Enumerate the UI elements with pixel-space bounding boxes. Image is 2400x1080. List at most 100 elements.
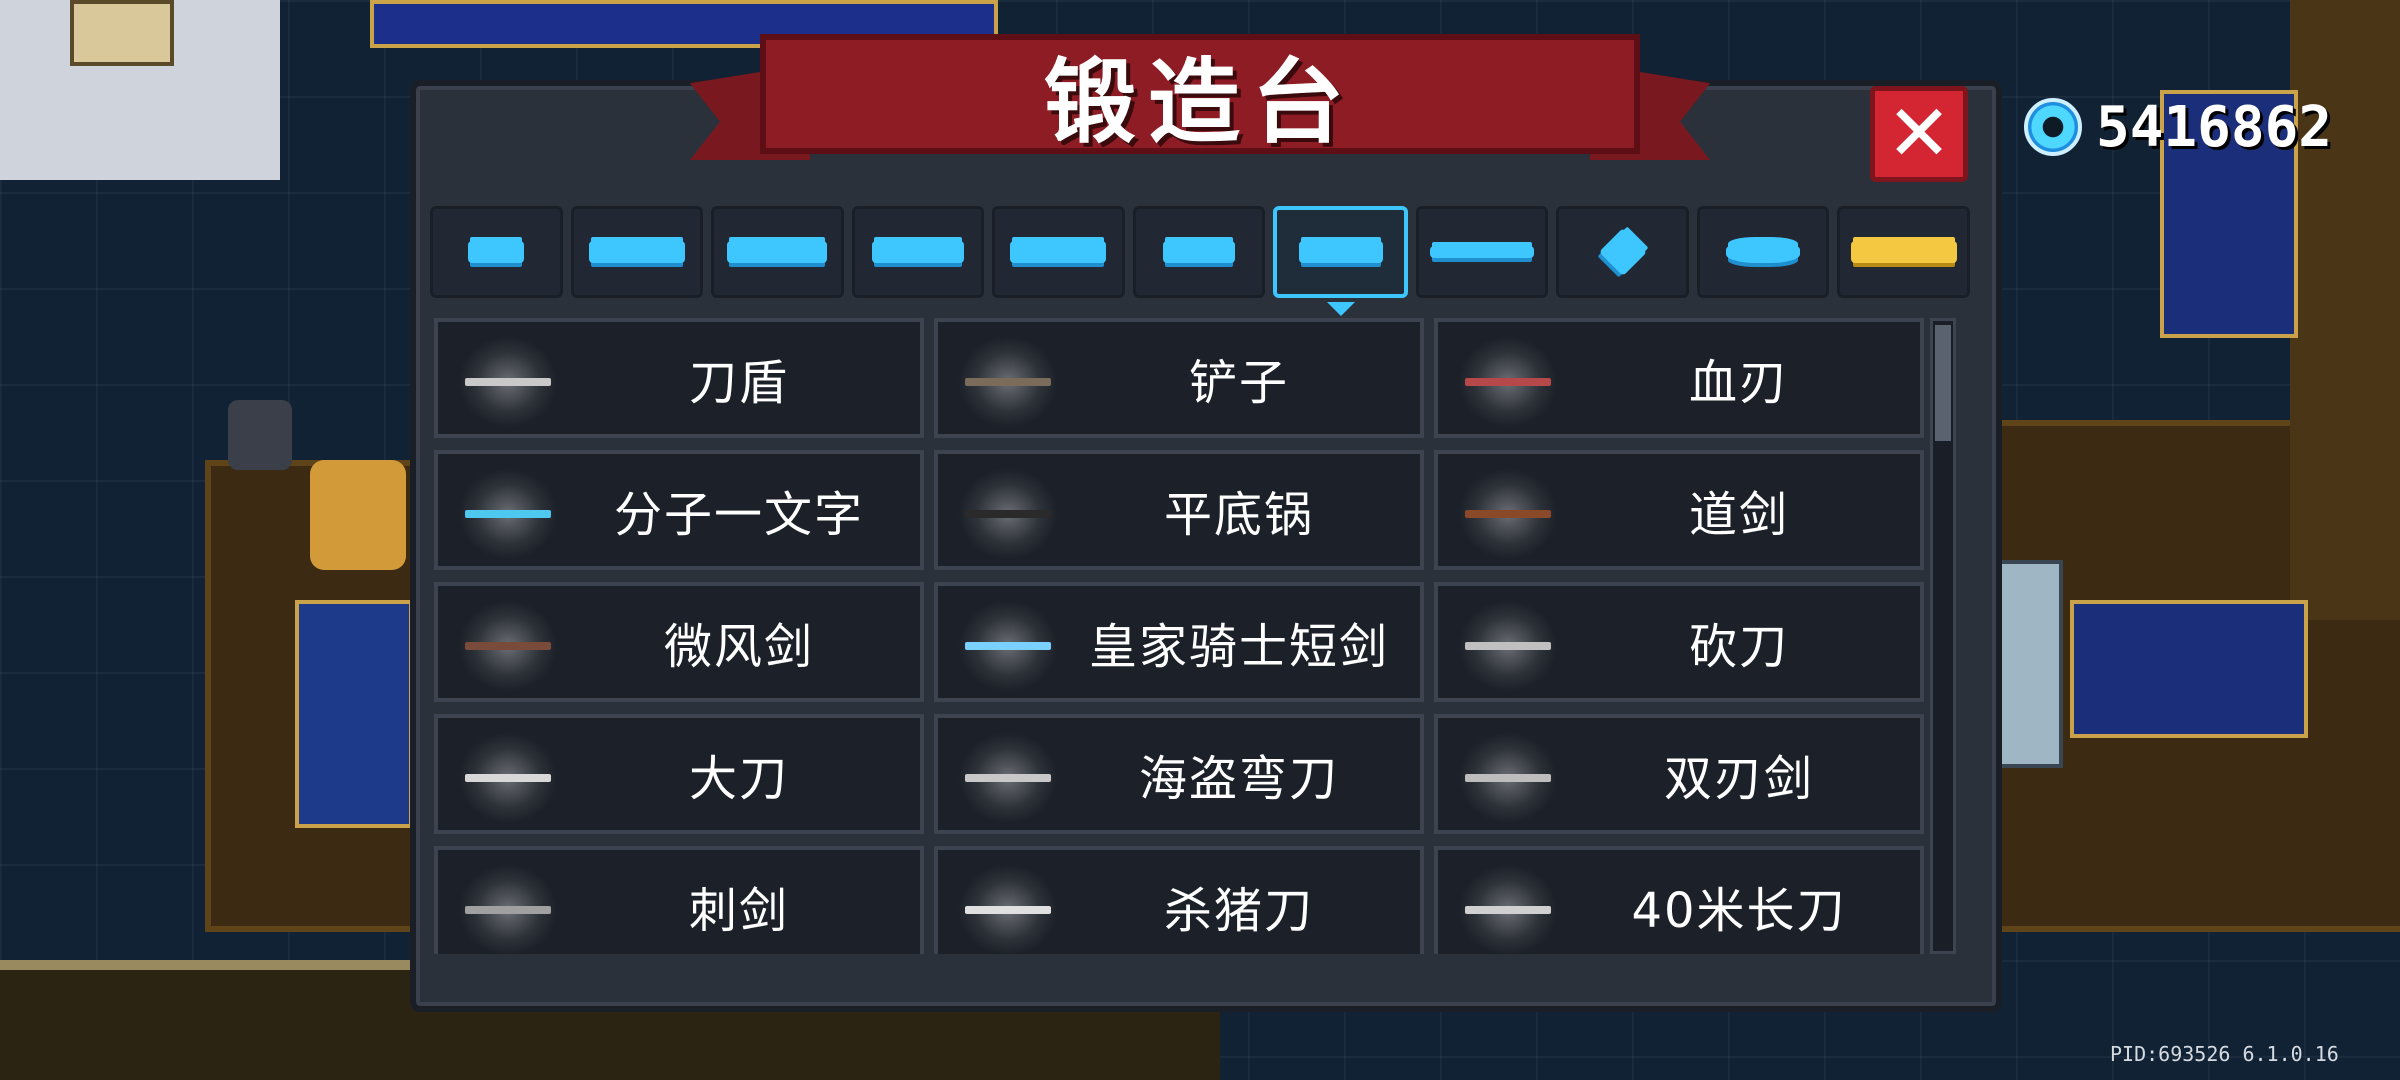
weapon-icon bbox=[458, 336, 558, 428]
weapon-icon bbox=[958, 468, 1058, 560]
gem-icon bbox=[2024, 98, 2082, 156]
shuriken-icon bbox=[1598, 227, 1647, 277]
weapon-sprite bbox=[1465, 774, 1551, 782]
weapon-sprite bbox=[965, 906, 1051, 914]
weapon-name: 平底锅 bbox=[1163, 487, 1314, 543]
weapon-name: 砍刀 bbox=[1688, 619, 1789, 675]
weapon-icon bbox=[1458, 600, 1558, 692]
weapon-card[interactable]: 砍刀 bbox=[1434, 582, 1924, 702]
tab-bow[interactable] bbox=[1132, 206, 1266, 298]
weapon-name: 皇家骑士短剑 bbox=[1088, 619, 1389, 675]
weapon-name: 大刀 bbox=[688, 751, 789, 807]
weapon-sprite bbox=[465, 510, 551, 518]
weapon-sprite bbox=[965, 774, 1051, 782]
weapon-icon bbox=[958, 336, 1058, 428]
tab-pistol[interactable] bbox=[430, 206, 563, 298]
weapon-card[interactable]: 大刀 bbox=[434, 714, 924, 834]
fish-icon bbox=[1726, 241, 1801, 263]
forge-shelf bbox=[2070, 600, 2308, 738]
gem-count: 5416862 bbox=[2096, 94, 2333, 160]
weapon-card[interactable]: 刺剑 bbox=[434, 846, 924, 954]
weapon-card[interactable]: 皇家骑士短剑 bbox=[934, 582, 1424, 702]
shotgun-icon bbox=[727, 241, 828, 263]
spear-icon bbox=[1430, 246, 1535, 258]
weapon-card[interactable]: 铲子 bbox=[934, 318, 1424, 438]
tab-crown[interactable] bbox=[1837, 206, 1971, 298]
weapon-sprite bbox=[1465, 378, 1551, 386]
weapon-sprite bbox=[465, 774, 551, 782]
weapon-name: 海盗弯刀 bbox=[1138, 751, 1339, 807]
weapon-sprite bbox=[1465, 642, 1551, 650]
close-icon: ✕ bbox=[1886, 89, 1952, 179]
weapon-icon bbox=[958, 732, 1058, 824]
scrollbar[interactable] bbox=[1930, 318, 1956, 954]
weapon-category-tabs bbox=[430, 206, 1971, 316]
weapon-icon bbox=[458, 600, 558, 692]
weapon-icon bbox=[1458, 732, 1558, 824]
weapon-name: 血刃 bbox=[1688, 355, 1789, 411]
notice-board bbox=[70, 0, 174, 66]
weapon-icon bbox=[458, 732, 558, 824]
weapon-card[interactable]: 杀猪刀 bbox=[934, 846, 1424, 954]
weapon-sprite bbox=[465, 378, 551, 386]
weapon-card[interactable]: 刀盾 bbox=[434, 318, 924, 438]
weapon-card[interactable]: 血刃 bbox=[1434, 318, 1924, 438]
weapon-list: 刀盾 铲子 血刃分子一文字 平底锅 道剑微风剑 皇家骑士短剑 砍刀大刀 海盗弯刀 双刃剑刺剑 杀猪… bbox=[434, 318, 1924, 954]
weapon-card[interactable]: 分子一文字 bbox=[434, 450, 924, 570]
weapon-icon bbox=[1458, 864, 1558, 954]
weapon-name: 刀盾 bbox=[688, 355, 789, 411]
weapon-card[interactable]: 平底锅 bbox=[934, 450, 1424, 570]
tab-spear[interactable] bbox=[1415, 206, 1549, 298]
weapon-icon bbox=[458, 864, 558, 954]
tab-sword[interactable] bbox=[1273, 206, 1408, 316]
weapon-icon bbox=[958, 864, 1058, 954]
weapon-card[interactable]: 道剑 bbox=[1434, 450, 1924, 570]
weapon-name: 40米长刀 bbox=[1631, 883, 1847, 939]
tab-fish[interactable] bbox=[1696, 206, 1830, 298]
weapon-name: 双刃剑 bbox=[1663, 751, 1814, 807]
tab-shuriken[interactable] bbox=[1556, 206, 1689, 298]
tab-laser-gun[interactable] bbox=[992, 206, 1125, 298]
weapon-name: 分子一文字 bbox=[613, 487, 864, 543]
weapon-sprite bbox=[1465, 906, 1551, 914]
cat-companion bbox=[228, 400, 292, 470]
weapon-name: 铲子 bbox=[1188, 355, 1289, 411]
weapon-sprite bbox=[965, 510, 1051, 518]
weapon-name: 微风剑 bbox=[663, 619, 814, 675]
weapon-icon bbox=[458, 468, 558, 560]
gem-counter: 5416862 bbox=[2024, 92, 2332, 162]
weapon-name: 刺剑 bbox=[688, 883, 789, 939]
launcher-icon bbox=[871, 241, 964, 263]
weapon-name: 道剑 bbox=[1688, 487, 1789, 543]
sword-icon bbox=[1298, 241, 1383, 263]
build-info: PID:693526 6.1.0.16 bbox=[2110, 1042, 2339, 1066]
tab-assault-rifle[interactable] bbox=[570, 206, 704, 298]
weapon-card[interactable]: 40米长刀 bbox=[1434, 846, 1924, 954]
weapon-name: 杀猪刀 bbox=[1163, 883, 1314, 939]
bow-icon bbox=[1163, 241, 1235, 263]
weapon-sprite bbox=[1465, 510, 1551, 518]
weapon-sprite bbox=[965, 642, 1051, 650]
game-background: 锻造台 ✕ 5416862 刀盾 铲子 血刃分子一文字 平底锅 道剑微风剑 皇家骑士短剑 砍… bbox=[0, 0, 2400, 1080]
blue-chest bbox=[295, 600, 413, 828]
weapon-card[interactable]: 微风剑 bbox=[434, 582, 924, 702]
tab-shotgun[interactable] bbox=[711, 206, 844, 298]
pistol-icon bbox=[468, 241, 525, 263]
laser-gun-icon bbox=[1010, 241, 1107, 263]
close-button[interactable]: ✕ bbox=[1870, 86, 1968, 182]
page-title: 锻造台 bbox=[1043, 48, 1356, 156]
assault-rifle-icon bbox=[588, 241, 685, 263]
crown-icon bbox=[1850, 241, 1957, 263]
glass-cabinet bbox=[1995, 560, 2063, 768]
title-banner: 锻造台 bbox=[760, 34, 1640, 156]
tab-launcher[interactable] bbox=[851, 206, 985, 298]
weapon-sprite bbox=[465, 906, 551, 914]
title-ribbon: 锻造台 bbox=[690, 34, 1710, 170]
scroll-thumb[interactable] bbox=[1935, 325, 1951, 441]
weapon-icon bbox=[1458, 468, 1558, 560]
weapon-grid: 刀盾 铲子 血刃分子一文字 平底锅 道剑微风剑 皇家骑士短剑 砍刀大刀 海盗弯刀 双刃剑刺剑 杀猪… bbox=[434, 318, 1924, 954]
weapon-card[interactable]: 海盗弯刀 bbox=[934, 714, 1424, 834]
weapon-card[interactable]: 双刃剑 bbox=[1434, 714, 1924, 834]
player-knight bbox=[310, 460, 406, 570]
weapon-icon bbox=[1458, 336, 1558, 428]
